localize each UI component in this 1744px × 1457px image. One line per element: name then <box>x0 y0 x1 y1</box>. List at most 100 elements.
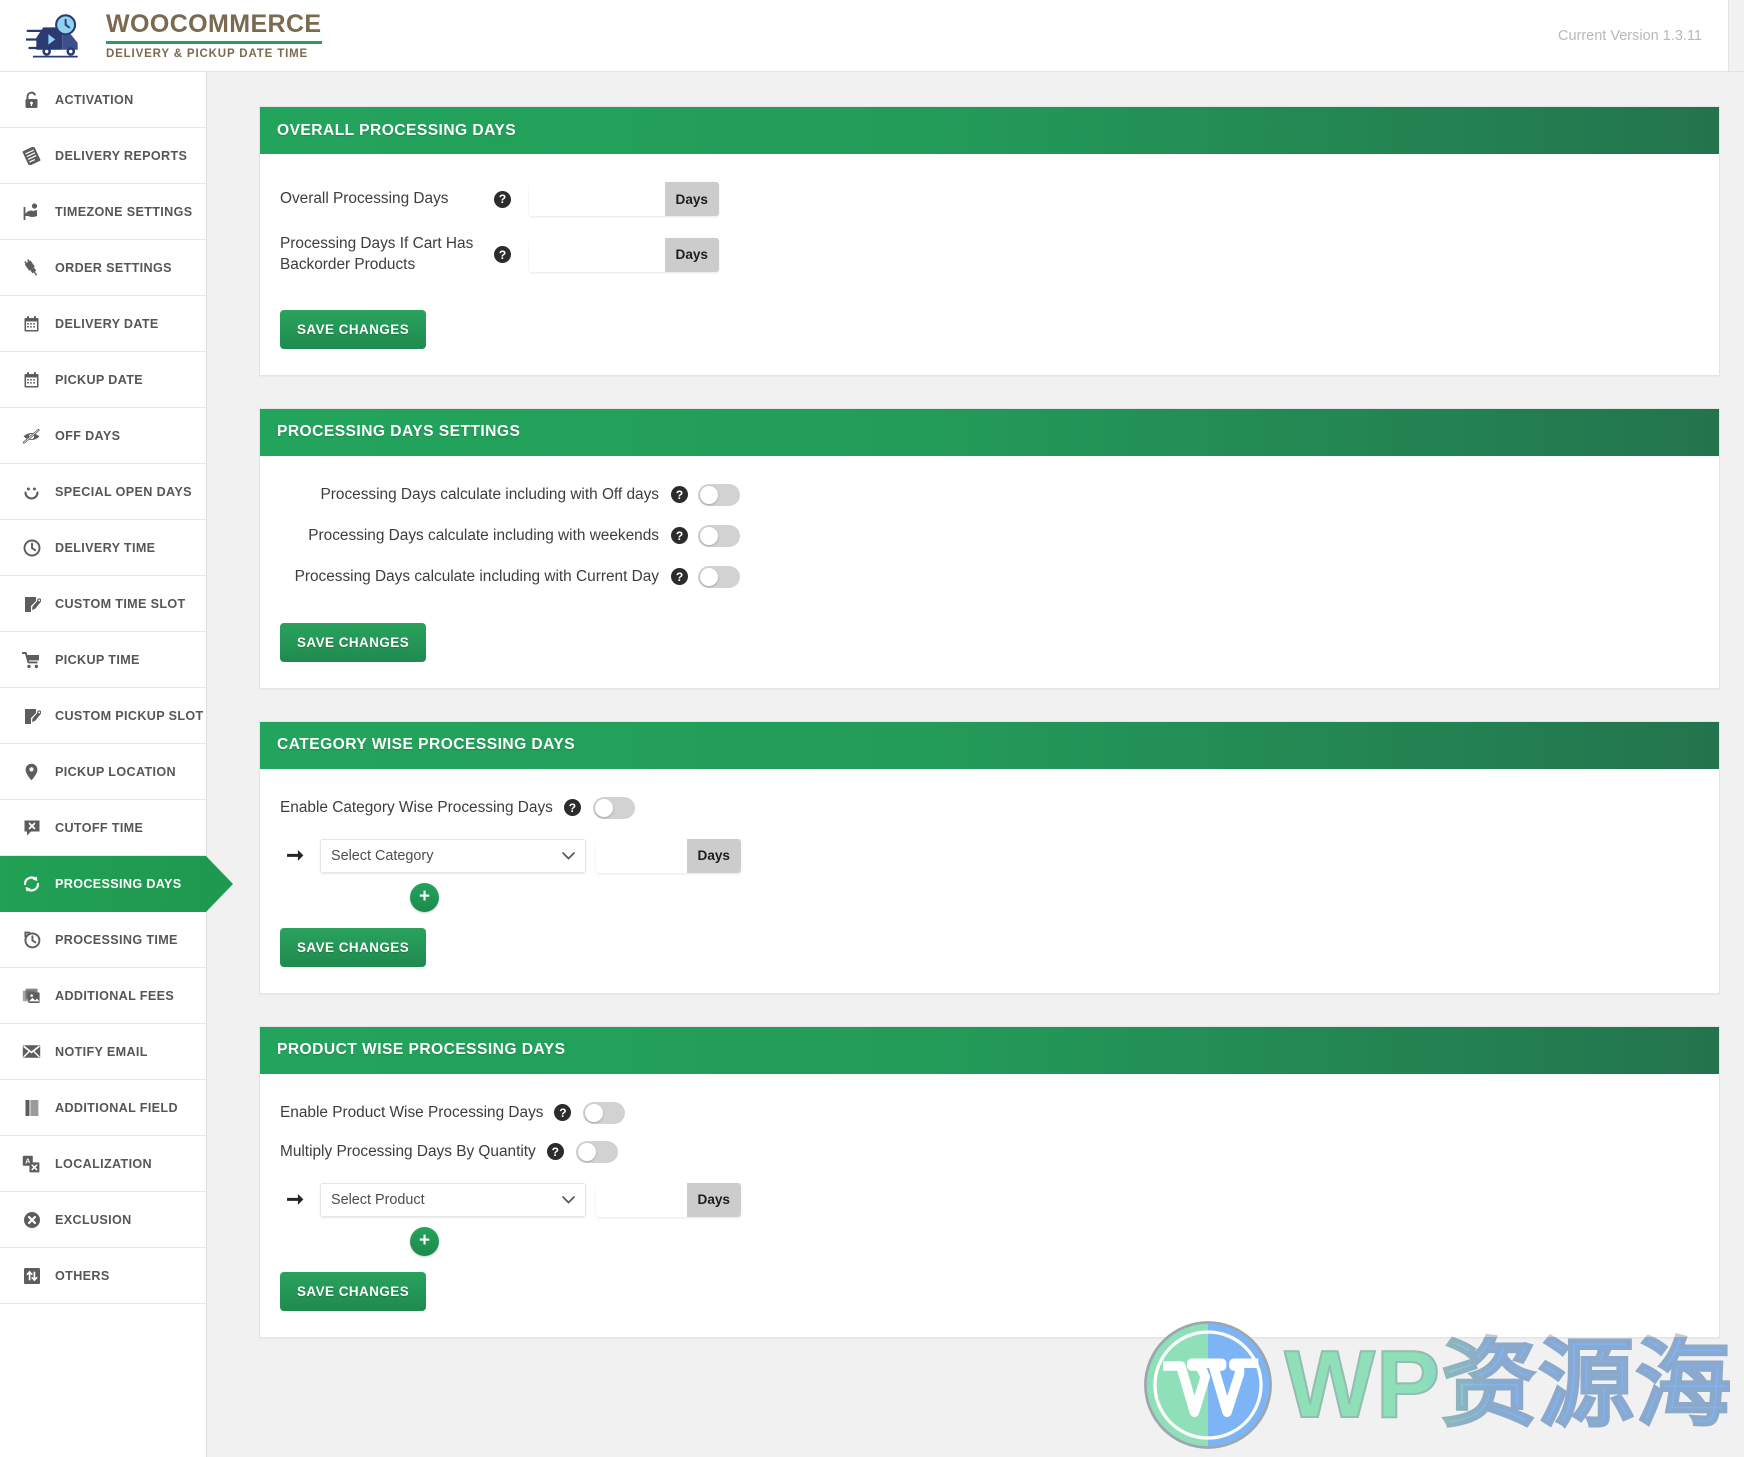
sidebar-item-exclusion[interactable]: EXCLUSION <box>0 1192 206 1248</box>
sidebar-item-pickup-time[interactable]: PICKUP TIME <box>0 632 206 688</box>
toggle-label: Processing Days calculate including with… <box>280 486 659 504</box>
pencil-note-icon <box>22 594 41 613</box>
category-add-row: + <box>280 883 1699 912</box>
save-changes-button[interactable]: SAVE CHANGES <box>280 623 426 662</box>
toggle-multiply-by-quantity[interactable] <box>576 1141 618 1163</box>
clock-back-icon <box>22 930 41 949</box>
globe-pin-icon <box>22 202 41 221</box>
toggle-label: Multiply Processing Days By Quantity <box>280 1143 536 1161</box>
category-select[interactable]: Select Category <box>320 839 586 873</box>
sidebar-item-custom-time-slot[interactable]: CUSTOM TIME SLOT <box>0 576 206 632</box>
save-changes-button[interactable]: SAVE CHANGES <box>280 310 426 349</box>
arrow-right-icon: ➞ <box>280 843 310 868</box>
panel-product-wise-processing-days: PRODUCT WISE PROCESSING DAYS Enable Prod… <box>259 1026 1720 1338</box>
sidebar-item-special-open-days[interactable]: SPECIAL OPEN DAYS <box>0 464 206 520</box>
toggle-current-day[interactable] <box>698 566 740 588</box>
sidebar-item-processing-time[interactable]: PROCESSING TIME <box>0 912 206 968</box>
sidebar-item-additional-field[interactable]: ADDITIONAL FIELD <box>0 1080 206 1136</box>
toggle-knob <box>700 486 718 504</box>
toggle-label: Processing Days calculate including with… <box>280 568 659 586</box>
calendar-icon <box>22 314 41 333</box>
panel-category-wise-processing-days: CATEGORY WISE PROCESSING DAYS Enable Cat… <box>259 721 1720 994</box>
sidebar-item-pickup-date[interactable]: PICKUP DATE <box>0 352 206 408</box>
sidebar-item-label: ORDER SETTINGS <box>55 261 172 275</box>
toggle-label: Enable Product Wise Processing Days <box>280 1104 543 1122</box>
help-icon[interactable]: ? <box>547 1143 564 1160</box>
sidebar-item-pickup-location[interactable]: PICKUP LOCATION <box>0 744 206 800</box>
sidebar-item-label: NOTIFY EMAIL <box>55 1045 148 1059</box>
sidebar-item-processing-days[interactable]: PROCESSING DAYS <box>0 856 206 912</box>
help-icon[interactable]: ? <box>554 1104 571 1121</box>
product-select-wrap: Select Product <box>320 1183 586 1217</box>
panel-body: Overall Processing Days ? Days Processin… <box>260 154 1719 375</box>
panel-processing-days-settings: PROCESSING DAYS SETTINGS Processing Days… <box>259 408 1720 689</box>
sidebar-item-timezone-settings[interactable]: TIMEZONE SETTINGS <box>0 184 206 240</box>
toggle-enable-product-wise[interactable] <box>583 1102 625 1124</box>
help-icon[interactable]: ? <box>494 246 511 263</box>
help-icon[interactable]: ? <box>564 799 581 816</box>
sidebar-item-label: PICKUP TIME <box>55 653 140 667</box>
sidebar-item-label: ADDITIONAL FEES <box>55 989 174 1003</box>
add-product-row-button[interactable]: + <box>410 1227 439 1256</box>
sidebar-item-delivery-time[interactable]: DELIVERY TIME <box>0 520 206 576</box>
toggle-row-current-day: Processing Days calculate including with… <box>280 566 740 588</box>
help-icon[interactable]: ? <box>671 568 688 585</box>
sidebar-item-delivery-date[interactable]: DELIVERY DATE <box>0 296 206 352</box>
eye-slash-icon <box>22 426 41 445</box>
delivery-truck-clock-icon <box>26 13 88 59</box>
help-icon[interactable]: ? <box>671 527 688 544</box>
sidebar-item-additional-fees[interactable]: ADDITIONAL FEES <box>0 968 206 1024</box>
backorder-days-input-group: Days <box>529 238 719 272</box>
panel-header: CATEGORY WISE PROCESSING DAYS <box>260 722 1719 769</box>
help-icon[interactable]: ? <box>494 191 511 208</box>
sidebar-item-label: CUSTOM TIME SLOT <box>55 597 186 611</box>
product-select-row: ➞ Select Product Days <box>280 1183 1699 1217</box>
sidebar-item-cutoff-time[interactable]: CUTOFF TIME <box>0 800 206 856</box>
panel-header: OVERALL PROCESSING DAYS <box>260 107 1719 154</box>
sidebar-item-activation[interactable]: ACTIVATION <box>0 72 206 128</box>
days-suffix-label: Days <box>687 839 742 873</box>
save-changes-button[interactable]: SAVE CHANGES <box>280 1272 426 1311</box>
sidebar-item-order-settings[interactable]: ORDER SETTINGS <box>0 240 206 296</box>
toggle-row-off-days: Processing Days calculate including with… <box>280 484 740 506</box>
chat-x-icon <box>22 818 41 837</box>
sidebar-item-label: PROCESSING TIME <box>55 933 178 947</box>
sidebar-item-label: DELIVERY DATE <box>55 317 159 331</box>
cart-icon <box>22 650 41 669</box>
sidebar-item-notify-email[interactable]: NOTIFY EMAIL <box>0 1024 206 1080</box>
help-icon[interactable]: ? <box>671 486 688 503</box>
panel-title: PRODUCT WISE PROCESSING DAYS <box>277 1041 565 1059</box>
sidebar-item-custom-pickup-slot[interactable]: CUSTOM PICKUP SLOT <box>0 688 206 744</box>
product-days-input[interactable] <box>596 1183 687 1217</box>
version-label: Current Version 1.3.11 <box>1558 28 1702 44</box>
sidebar-item-delivery-reports[interactable]: DELIVERY REPORTS <box>0 128 206 184</box>
sidebar-item-others[interactable]: OTHERS <box>0 1248 206 1304</box>
product-days-input-group: Days <box>596 1183 741 1217</box>
backorder-days-input[interactable] <box>529 238 665 272</box>
map-pin-icon <box>22 762 41 781</box>
sidebar-item-label: OFF DAYS <box>55 429 120 443</box>
panel-title: PROCESSING DAYS SETTINGS <box>277 423 520 441</box>
toggle-label: Enable Category Wise Processing Days <box>280 799 553 817</box>
clock-icon <box>22 538 41 557</box>
save-changes-button[interactable]: SAVE CHANGES <box>280 928 426 967</box>
product-select[interactable]: Select Product <box>320 1183 586 1217</box>
images-icon <box>22 986 41 1005</box>
sidebar-item-localization[interactable]: ALOCALIZATION <box>0 1136 206 1192</box>
settings-toggle-list: Processing Days calculate including with… <box>280 484 740 588</box>
toggle-enable-category-wise[interactable] <box>593 797 635 819</box>
sidebar-item-off-days[interactable]: OFF DAYS <box>0 408 206 464</box>
overall-days-input[interactable] <box>529 182 665 216</box>
category-select-row: ➞ Select Category Days <box>280 839 1699 873</box>
enable-row-product: Enable Product Wise Processing Days ? <box>280 1102 1699 1124</box>
toggle-weekends[interactable] <box>698 525 740 547</box>
category-days-input[interactable] <box>596 839 687 873</box>
calendar-icon <box>22 370 41 389</box>
lock-icon <box>22 90 41 109</box>
toggle-off-days[interactable] <box>698 484 740 506</box>
category-select-wrap: Select Category <box>320 839 586 873</box>
add-category-row-button[interactable]: + <box>410 883 439 912</box>
report-icon <box>22 146 41 165</box>
days-suffix-label: Days <box>687 1183 742 1217</box>
days-suffix-label: Days <box>665 238 720 272</box>
